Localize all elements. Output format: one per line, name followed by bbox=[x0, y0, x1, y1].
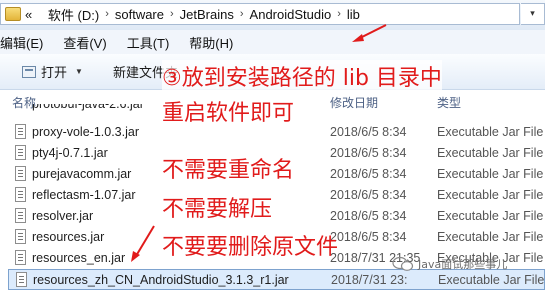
jar-file-icon bbox=[15, 208, 26, 223]
file-name: protobuf-java-2.6.jar bbox=[32, 104, 144, 111]
annotation-no-unzip: 不需要解压 bbox=[162, 197, 273, 222]
jar-file-icon bbox=[15, 166, 26, 181]
file-name: resources_en.jar bbox=[32, 251, 126, 265]
file-type: Executable Jar File bbox=[437, 125, 544, 139]
file-type: Executable Jar File bbox=[437, 188, 544, 202]
breadcrumb-drive[interactable]: 软件 (D:) bbox=[48, 5, 99, 24]
menu-edit[interactable]: 编辑(E) bbox=[0, 33, 43, 52]
jar-file-icon bbox=[15, 250, 26, 265]
file-date: 2018/6/5 8:34 bbox=[330, 209, 407, 223]
open-icon bbox=[22, 65, 36, 78]
jar-file-icon bbox=[15, 229, 26, 244]
list-item[interactable]: resolver.jar 2018/6/5 8:34 Executable Ja… bbox=[8, 206, 545, 227]
address-dropdown-button[interactable]: ▾ bbox=[521, 3, 545, 25]
file-name: resolver.jar bbox=[32, 209, 94, 223]
breadcrumb-androidstudio[interactable]: AndroidStudio bbox=[250, 7, 332, 22]
file-type: Executable Jar File bbox=[437, 230, 544, 244]
jar-file-icon bbox=[15, 187, 26, 202]
chevron-right-icon[interactable]: › bbox=[170, 8, 174, 20]
chevron-right-icon[interactable]: › bbox=[337, 8, 341, 20]
folder-icon bbox=[5, 7, 21, 21]
address-bar-area: « › 软件 (D:) › software › JetBrains › And… bbox=[0, 0, 545, 30]
annotation-restart: 重启软件即可 bbox=[162, 95, 295, 127]
watermark: Java面试那些事儿 bbox=[392, 256, 507, 272]
file-name: resources_zh_CN_AndroidStudio_3.1.3_r1.j… bbox=[33, 273, 289, 287]
chevron-down-icon[interactable]: ▼ bbox=[75, 67, 83, 76]
list-item[interactable]: reflectasm-1.07.jar 2018/6/5 8:34 Execut… bbox=[8, 185, 545, 206]
list-item-selected[interactable]: resources_zh_CN_AndroidStudio_3.1.3_r1.j… bbox=[8, 269, 545, 290]
breadcrumb-lib[interactable]: lib bbox=[347, 7, 360, 22]
annotation-arrow-to-file bbox=[131, 225, 155, 262]
address-back-chevrons[interactable]: « bbox=[25, 7, 32, 22]
file-date: 2018/6/5 8:34 bbox=[330, 188, 407, 202]
file-date: 2018/6/5 8:34 bbox=[330, 125, 407, 139]
menu-bar: 编辑(E) 查看(V) 工具(T) 帮助(H) bbox=[0, 30, 545, 54]
file-type: Executable Jar File bbox=[437, 209, 544, 223]
file-name: proxy-vole-1.0.3.jar bbox=[32, 125, 139, 139]
menu-help[interactable]: 帮助(H) bbox=[189, 33, 233, 52]
jar-file-icon bbox=[15, 145, 26, 160]
open-button-label: 打开 bbox=[41, 65, 68, 80]
file-date: 2018/6/5 8:34 bbox=[330, 146, 407, 160]
file-type: Executable Jar File bbox=[437, 167, 544, 181]
jar-file-icon bbox=[15, 124, 26, 139]
jar-file-icon bbox=[16, 272, 27, 287]
file-name: resources.jar bbox=[32, 230, 105, 244]
breadcrumb-software[interactable]: software bbox=[115, 7, 164, 22]
menu-tools[interactable]: 工具(T) bbox=[127, 33, 170, 52]
chevron-right-icon[interactable]: › bbox=[105, 8, 109, 20]
file-date: 2018/7/31 23: bbox=[331, 273, 408, 287]
chevron-right-icon[interactable]: › bbox=[240, 8, 244, 20]
file-type: Executable Jar File bbox=[438, 273, 545, 287]
file-type: Executable Jar File bbox=[437, 146, 544, 160]
file-name: pty4j-0.7.1.jar bbox=[32, 146, 108, 160]
menu-view[interactable]: 查看(V) bbox=[63, 33, 106, 52]
watermark-text: Java面试那些事儿 bbox=[418, 258, 508, 271]
file-name: purejavacomm.jar bbox=[32, 167, 132, 181]
wechat-icon bbox=[392, 256, 414, 271]
file-name: reflectasm-1.07.jar bbox=[32, 188, 136, 202]
file-date: 2018/6/5 8:34 bbox=[330, 167, 407, 181]
breadcrumb-jetbrains[interactable]: JetBrains bbox=[180, 7, 234, 22]
annotation-no-delete: 不要要删除原文件 bbox=[162, 235, 339, 260]
open-button[interactable]: 打开 ▼ bbox=[16, 60, 89, 84]
annotation-no-rename: 不需要重命名 bbox=[162, 158, 295, 183]
annotation-arrow-to-lib bbox=[352, 24, 387, 42]
address-bar[interactable]: « › 软件 (D:) › software › JetBrains › And… bbox=[0, 3, 520, 25]
annotation-step3: ③放到安装路径的 lib 目录中 bbox=[162, 60, 442, 92]
file-date: 2018/6/5 8:34 bbox=[330, 230, 407, 244]
